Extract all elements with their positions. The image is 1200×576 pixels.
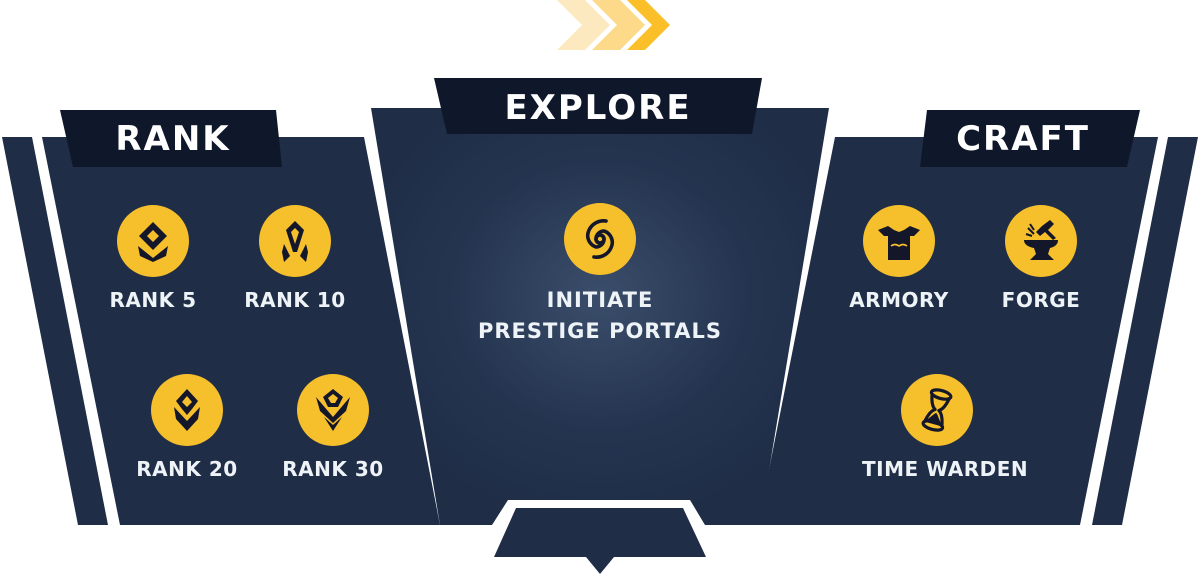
rank-20-label: RANK 20: [136, 457, 238, 481]
prestige-portals-label-line1: INITIATE: [546, 288, 654, 312]
progression-map: RANK EXPLORE CRAFT RANK 5 RANK 10 RANK 2…: [0, 0, 1200, 576]
hourglass-icon: [901, 374, 973, 446]
time-warden-label: TIME WARDEN: [862, 457, 1029, 481]
armory-node[interactable]: ARMORY: [824, 205, 974, 313]
armory-label: ARMORY: [849, 288, 949, 312]
explore-bottom-tab: [494, 508, 706, 557]
chevron-arrows-icon: [557, 0, 670, 50]
rank-30-emblem-icon: [297, 374, 369, 446]
rank-10-label: RANK 10: [244, 288, 346, 312]
forge-node[interactable]: FORGE: [966, 205, 1116, 313]
armor-chestplate-icon: [863, 205, 935, 277]
time-warden-node[interactable]: TIME WARDEN: [862, 374, 1029, 482]
craft-title: CRAFT: [956, 119, 1090, 159]
forge-label: FORGE: [1001, 288, 1081, 312]
prestige-portals-label: INITIATE PRESTIGE PORTALS: [450, 285, 750, 347]
portal-swirl-icon: [564, 203, 636, 275]
rank-20-emblem-icon: [151, 374, 223, 446]
rank-10-emblem-icon: [259, 205, 331, 277]
anvil-hammer-icon: [1005, 205, 1077, 277]
explore-title: EXPLORE: [504, 88, 692, 128]
rank-5-node[interactable]: RANK 5: [78, 205, 228, 313]
rank-5-label: RANK 5: [109, 288, 197, 312]
rank-10-node[interactable]: RANK 10: [220, 205, 370, 313]
rank-30-label: RANK 30: [282, 457, 384, 481]
rank-20-node[interactable]: RANK 20: [112, 374, 262, 482]
prestige-portals-label-line2: PRESTIGE PORTALS: [478, 319, 722, 343]
rank-30-node[interactable]: RANK 30: [258, 374, 408, 482]
prestige-portals-node[interactable]: INITIATE PRESTIGE PORTALS: [450, 203, 750, 347]
down-pointer-icon: [586, 557, 614, 574]
rank-5-emblem-icon: [117, 205, 189, 277]
rank-title: RANK: [115, 119, 231, 159]
